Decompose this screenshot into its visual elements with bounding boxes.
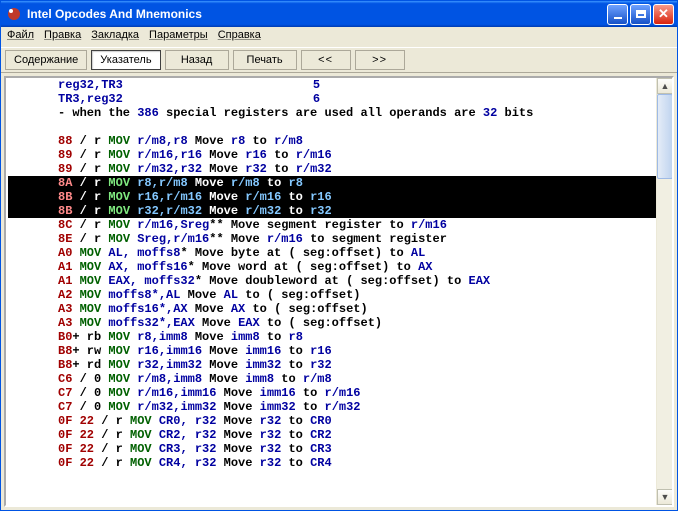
print-button[interactable]: Печать [233, 50, 297, 70]
app-icon [6, 6, 22, 22]
window-title: Intel Opcodes And Mnemonics [27, 7, 202, 21]
opcode-row[interactable]: A3 MOV moffs32*,EAX Move EAX to ( seg:of… [8, 316, 672, 330]
opcode-row[interactable]: C7 / 0 MOV r/m32,imm32 Move imm32 to r/m… [8, 400, 672, 414]
menu-help[interactable]: Справка [218, 29, 261, 45]
opcode-row[interactable]: A3 MOV moffs16*,AX Move AX to ( seg:offs… [8, 302, 672, 316]
toolbar: Содержание Указатель Назад Печать << >> [1, 47, 677, 73]
opcode-row[interactable]: 0F 22 / r MOV CR2, r32 Move r32 to CR2 [8, 428, 672, 442]
next-button[interactable]: >> [355, 50, 405, 70]
opcode-row[interactable]: A0 MOV AL, moffs8* Move byte at ( seg:of… [8, 246, 672, 260]
opcode-row[interactable]: 89 / r MOV r/m16,r16 Move r16 to r/m16 [8, 148, 672, 162]
opcode-row[interactable]: C7 / 0 MOV r/m16,imm16 Move imm16 to r/m… [8, 386, 672, 400]
titlebar[interactable]: Intel Opcodes And Mnemonics ✕ [1, 1, 677, 27]
index-button[interactable]: Указатель [91, 50, 160, 70]
opcode-row[interactable]: 8E / r MOV Sreg,r/m16** Move r/m16 to se… [8, 232, 672, 246]
app-window: Intel Opcodes And Mnemonics ✕ Файл Правк… [0, 0, 678, 511]
opcode-row[interactable]: A2 MOV moffs8*,AL Move AL to ( seg:offse… [8, 288, 672, 302]
menu-bookmark[interactable]: Закладка [91, 29, 139, 45]
menu-edit[interactable]: Правка [44, 29, 81, 45]
opcode-row[interactable]: A1 MOV AX, moffs16* Move word at ( seg:o… [8, 260, 672, 274]
opcode-row[interactable]: B0+ rb MOV r8,imm8 Move imm8 to r8 [8, 330, 672, 344]
opcode-row[interactable]: 8B / r MOV r32,r/m32 Move r/m32 to r32 [8, 204, 672, 218]
opcode-row[interactable]: C6 / 0 MOV r/m8,imm8 Move imm8 to r/m8 [8, 372, 672, 386]
back-button[interactable]: Назад [165, 50, 229, 70]
opcode-row[interactable]: 89 / r MOV r/m32,r32 Move r32 to r/m32 [8, 162, 672, 176]
opcode-row[interactable]: 8B / r MOV r16,r/m16 Move r/m16 to r16 [8, 190, 672, 204]
help-text[interactable]: reg32,TR35TR3,reg326- when the 386 speci… [6, 78, 672, 505]
scroll-up-button[interactable]: ▲ [657, 78, 673, 94]
opcode-row[interactable]: B8+ rd MOV r32,imm32 Move imm32 to r32 [8, 358, 672, 372]
menubar: Файл Правка Закладка Параметры Справка [1, 27, 677, 47]
maximize-button[interactable] [630, 4, 651, 25]
opcode-row[interactable]: 8C / r MOV r/m16,Sreg** Move segment reg… [8, 218, 672, 232]
opcode-row[interactable]: 0F 22 / r MOV CR4, r32 Move r32 to CR4 [8, 456, 672, 470]
contents-button[interactable]: Содержание [5, 50, 87, 70]
opcode-row[interactable]: 88 / r MOV r/m8,r8 Move r8 to r/m8 [8, 134, 672, 148]
opcode-row[interactable]: 0F 22 / r MOV CR3, r32 Move r32 to CR3 [8, 442, 672, 456]
minimize-button[interactable] [607, 4, 628, 25]
opcode-row[interactable]: 0F 22 / r MOV CR0, r32 Move r32 to CR0 [8, 414, 672, 428]
opcode-row[interactable]: 8A / r MOV r8,r/m8 Move r/m8 to r8 [8, 176, 672, 190]
scroll-down-button[interactable]: ▼ [657, 489, 673, 505]
close-button[interactable]: ✕ [653, 4, 674, 25]
vertical-scrollbar[interactable]: ▲ ▼ [656, 78, 672, 505]
prev-button[interactable]: << [301, 50, 351, 70]
content-area: reg32,TR35TR3,reg326- when the 386 speci… [4, 76, 674, 507]
opcode-row[interactable]: B8+ rw MOV r16,imm16 Move imm16 to r16 [8, 344, 672, 358]
scroll-thumb[interactable] [657, 94, 673, 179]
opcode-row[interactable]: A1 MOV EAX, moffs32* Move doubleword at … [8, 274, 672, 288]
menu-options[interactable]: Параметры [149, 29, 208, 45]
menu-file[interactable]: Файл [7, 29, 34, 45]
